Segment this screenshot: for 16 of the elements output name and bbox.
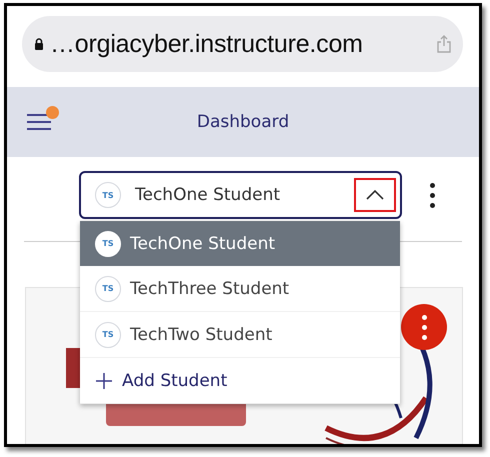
student-option[interactable]: TS TechThree Student bbox=[80, 266, 400, 312]
address-bar[interactable]: …orgiacyber.instructure.com bbox=[22, 16, 463, 72]
plus-icon bbox=[95, 372, 113, 390]
lock-icon bbox=[34, 38, 44, 50]
student-option[interactable]: TS TechOne Student bbox=[80, 221, 400, 266]
selected-student: TechOne Student bbox=[135, 185, 282, 205]
student-option[interactable]: TS TechTwo Student bbox=[80, 312, 400, 358]
url-text: …orgiacyber.instructure.com bbox=[50, 30, 364, 58]
student-avatar: TS bbox=[95, 230, 121, 256]
student-avatar: TS bbox=[95, 322, 121, 348]
student-avatar: TS bbox=[95, 276, 121, 302]
student-avatar: TS bbox=[95, 182, 121, 208]
student-picker[interactable]: TS TechOne Student bbox=[79, 171, 402, 219]
add-student-option[interactable]: Add Student bbox=[80, 358, 400, 404]
collapse-toggle[interactable] bbox=[354, 178, 396, 212]
page-title: Dashboard bbox=[196, 112, 290, 132]
